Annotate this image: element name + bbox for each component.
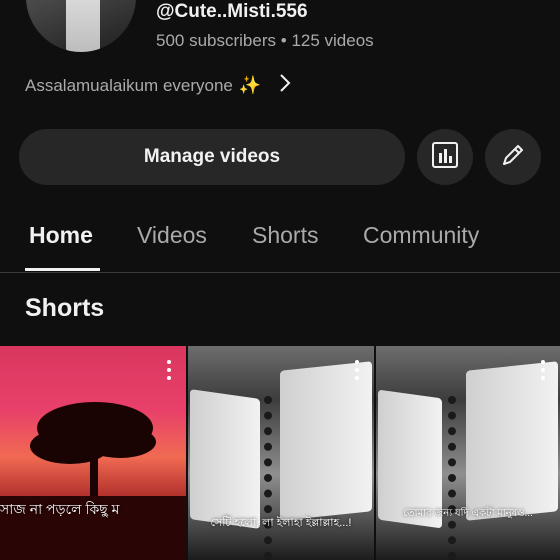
book-page (466, 361, 558, 521)
video-count: 125 videos (291, 31, 374, 50)
short-caption: তোমার জন্য যদি একটা মানুষও... (403, 508, 533, 519)
short-caption: সাজ না পড়লে কিছু ম (0, 501, 120, 517)
shorts-section-title: Shorts (25, 294, 105, 322)
short-thumbnail[interactable]: তোমার জন্য যদি একটা মানুষও... (376, 346, 560, 560)
channel-description[interactable]: Assalamualaikum everyone ✨ (25, 74, 291, 97)
chevron-right-icon (279, 74, 291, 97)
description-text: Assalamualaikum everyone (25, 75, 233, 95)
short-thumbnail[interactable]: সাজ না পড়লে কিছু ম (0, 346, 186, 560)
pencil-icon (499, 141, 527, 174)
channel-avatar[interactable] (26, 0, 136, 52)
book-page (190, 389, 260, 529)
short-caption: সেটি হলো, লা ইলাহা ইল্লাল্লাহ...! (210, 517, 352, 529)
channel-stats: 500 subscribers • 125 videos (156, 31, 374, 51)
more-options-icon[interactable] (166, 360, 172, 380)
tab-home[interactable]: Home (29, 222, 93, 249)
prayer-beads (448, 396, 470, 560)
bar-chart-icon (431, 141, 459, 174)
sparkle-emoji: ✨ (238, 75, 262, 95)
tab-videos[interactable]: Videos (137, 222, 207, 249)
subscriber-count: 500 subscribers (156, 31, 277, 50)
analytics-button[interactable] (417, 129, 473, 185)
avatar-figure (66, 0, 100, 52)
more-options-icon[interactable] (354, 360, 360, 380)
stats-separator: • (280, 31, 287, 50)
prayer-beads (264, 396, 286, 560)
more-options-icon[interactable] (540, 360, 546, 380)
channel-handle: @Cute..Misti.556 (156, 1, 308, 22)
short-thumbnail[interactable]: সেটি হলো, লা ইলাহা ইল্লাল্লাহ...! (188, 346, 374, 560)
edit-channel-button[interactable] (485, 129, 541, 185)
channel-tabs: Home Videos Shorts Community (0, 208, 560, 273)
manage-videos-button[interactable]: Manage videos (19, 129, 405, 185)
tab-shorts[interactable]: Shorts (252, 222, 318, 249)
active-tab-indicator (25, 268, 100, 271)
tab-community[interactable]: Community (363, 222, 479, 249)
tree-silhouette (0, 402, 186, 560)
book-page (280, 361, 372, 521)
